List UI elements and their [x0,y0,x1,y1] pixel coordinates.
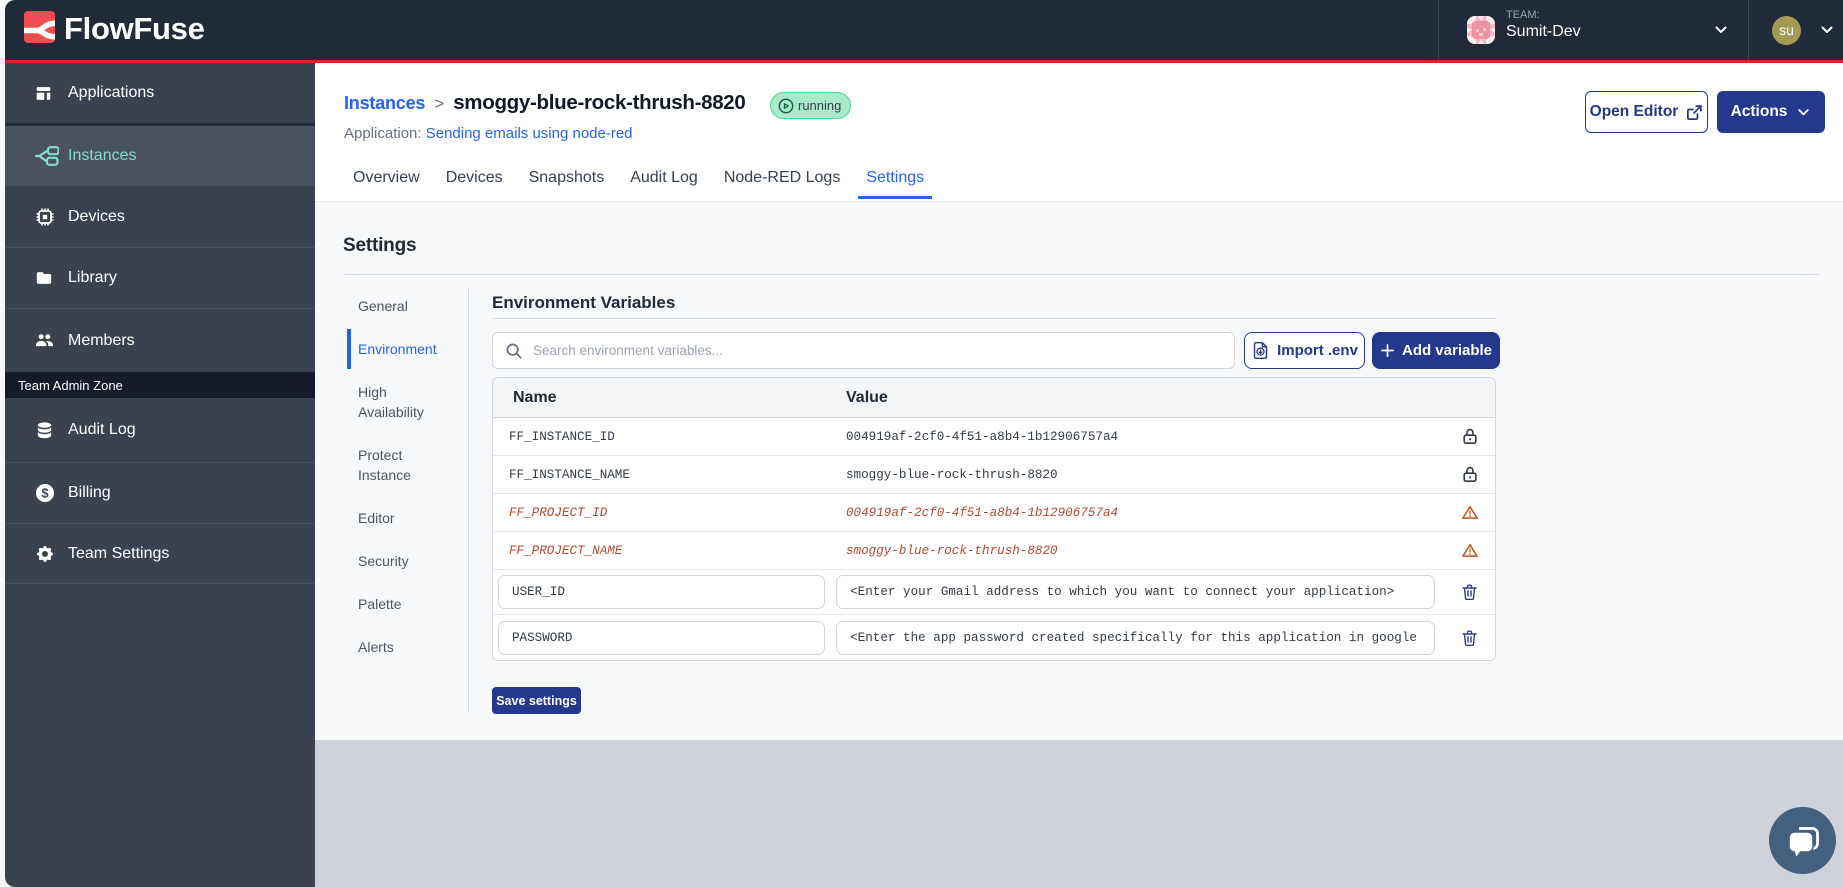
svg-text:$: $ [41,486,49,501]
